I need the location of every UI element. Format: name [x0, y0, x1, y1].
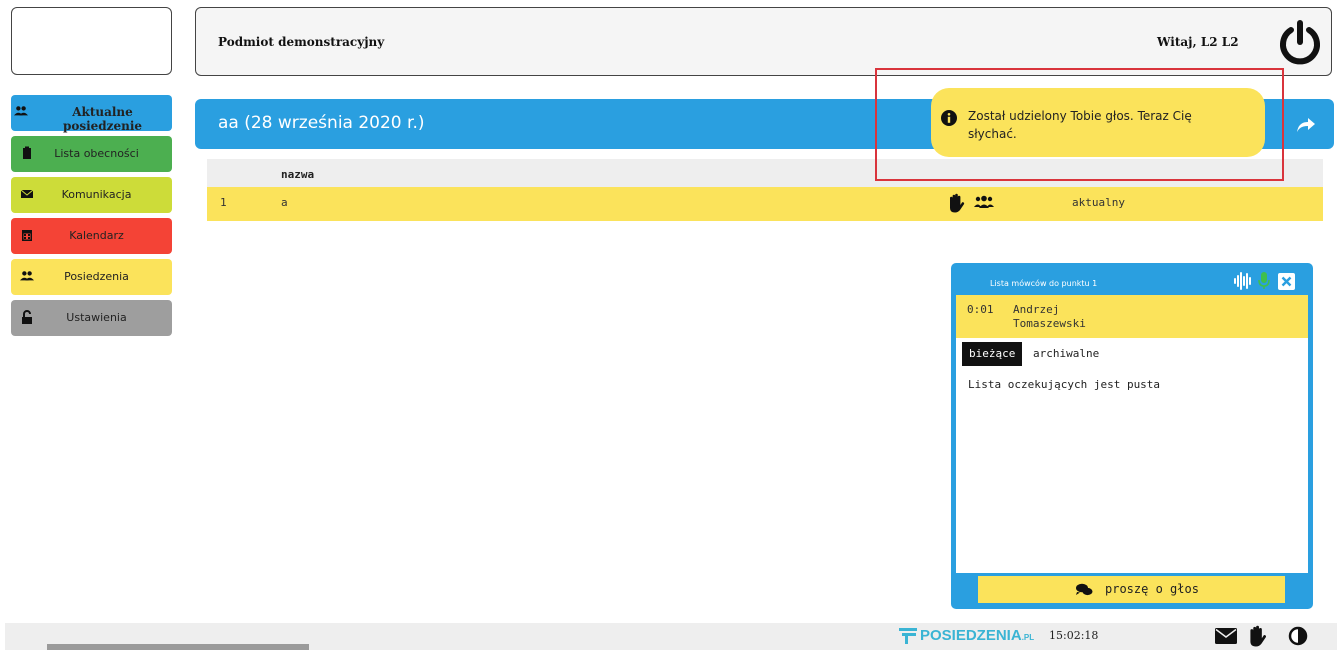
sidebar-item-label: Lista obecności: [54, 147, 139, 160]
footer: POSIEDZENIA.PL 15:02:18: [5, 623, 1337, 650]
meeting-title: aa (28 września 2020 r.): [218, 113, 425, 133]
row-number: 1: [220, 196, 227, 209]
contrast-icon[interactable]: [1288, 626, 1308, 646]
speaker-last-name: Tomaszewski: [1013, 317, 1086, 330]
sidebar-item-settings[interactable]: Ustawienia: [11, 300, 172, 336]
sidebar-item-label: Ustawienia: [66, 311, 127, 324]
close-icon[interactable]: [1278, 273, 1295, 290]
sidebar-item-current-meeting[interactable]: Aktualne posiedzenie: [11, 95, 172, 133]
raise-hand-icon[interactable]: [1247, 625, 1267, 647]
row-status: aktualny: [1072, 196, 1125, 209]
audio-wave-icon: [1234, 272, 1251, 290]
logo-box: [11, 7, 172, 75]
table-header: nazwa: [207, 159, 1323, 187]
speakers-list: 0:01 Andrzej Tomaszewski bieżące archiwa…: [956, 295, 1308, 573]
power-icon[interactable]: [1276, 18, 1324, 66]
speaker-first-name: Andrzej: [1013, 303, 1060, 316]
welcome-text: Witaj, L2 L2: [1157, 35, 1239, 49]
horizontal-scrollbar[interactable]: [47, 644, 309, 650]
column-header-name: nazwa: [281, 168, 315, 181]
request-floor-label: proszę o głos: [1105, 582, 1199, 596]
speakers-panel: Lista mówców do punktu 1 0:01 Andrzej To…: [951, 263, 1313, 609]
sidebar-item-attendance[interactable]: Lista obecności: [11, 136, 172, 172]
sidebar-item-label: Komunikacja: [61, 188, 132, 201]
sidebar-item-label: Posiedzenia: [64, 270, 129, 283]
brand-text: POSIEDZENIA.PL: [920, 627, 1035, 644]
tab-current[interactable]: bieżące: [962, 342, 1023, 366]
tab-archive[interactable]: archiwalne: [1033, 342, 1099, 366]
sidebar-item-calendar[interactable]: Kalendarz: [11, 218, 172, 254]
comments-icon: [1076, 583, 1093, 596]
table-row[interactable]: 1 a aktualny: [207, 187, 1323, 221]
clock: 15:02:18: [1049, 629, 1099, 642]
envelope-icon[interactable]: [1215, 628, 1237, 644]
request-floor-button[interactable]: proszę o głos: [978, 576, 1285, 603]
empty-queue-text: Lista oczekujących jest pusta: [968, 378, 1161, 391]
toast-message: Został udzielony Tobie głos. Teraz Cię s…: [968, 109, 1192, 141]
info-icon: [941, 110, 957, 126]
current-speaker: 0:01 Andrzej Tomaszewski: [956, 295, 1308, 338]
users-icon: [974, 195, 994, 208]
speaker-time: 0:01: [967, 303, 994, 316]
sidebar-item-meetings[interactable]: Posiedzenia: [11, 259, 172, 295]
header: Podmiot demonstracyjny Witaj, L2 L2: [195, 7, 1332, 76]
agenda-table: nazwa 1 a aktualny: [207, 159, 1323, 221]
org-name: Podmiot demonstracyjny: [218, 35, 385, 49]
raise-hand-icon[interactable]: [947, 193, 965, 213]
sidebar-item-label: Aktualne posiedzenie: [62, 105, 143, 133]
sidebar-item-communication[interactable]: Komunikacja: [11, 177, 172, 213]
logo-icon: [899, 628, 917, 644]
speakers-panel-title: Lista mówców do punktu 1: [990, 279, 1098, 288]
sidebar: Aktualne posiedzenie Lista obecności Kom…: [11, 95, 172, 341]
sidebar-item-label: Kalendarz: [69, 229, 124, 242]
microphone-icon[interactable]: [1258, 272, 1270, 290]
speaker-name: Andrzej Tomaszewski: [1013, 303, 1086, 331]
row-name: a: [281, 196, 288, 209]
notification-toast: Został udzielony Tobie głos. Teraz Cię s…: [931, 88, 1265, 157]
share-icon[interactable]: [1296, 117, 1316, 133]
